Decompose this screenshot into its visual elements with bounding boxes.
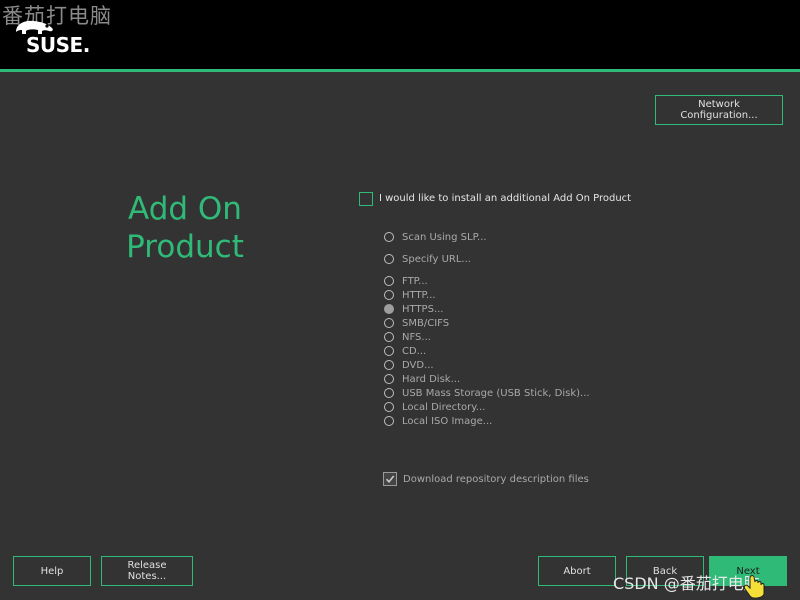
help-button[interactable]: Help	[13, 556, 91, 586]
page-title: Add On Product	[100, 190, 270, 266]
release-notes-button[interactable]: Release Notes...	[101, 556, 193, 586]
radio-icon[interactable]	[384, 346, 394, 356]
hand-cursor-icon	[743, 575, 765, 599]
radio-hard-disk[interactable]: Hard Disk...	[384, 372, 460, 386]
radio-icon[interactable]	[384, 332, 394, 342]
top-bar	[0, 0, 800, 69]
radio-icon[interactable]	[384, 402, 394, 412]
radio-icon[interactable]	[384, 290, 394, 300]
radio-icon[interactable]	[384, 388, 394, 398]
radio-specify-url[interactable]: Specify URL...	[384, 252, 471, 266]
page-title-line1: Add On	[128, 191, 242, 227]
radio-icon[interactable]	[384, 374, 394, 384]
suse-logo: SUSE.	[14, 18, 94, 58]
addon-checkbox-label[interactable]: I would like to install an additional Ad…	[379, 193, 631, 204]
radio-icon[interactable]	[384, 318, 394, 328]
watermark-bottom: CSDN @番茄打电脑	[613, 574, 760, 593]
radio-icon[interactable]	[384, 276, 394, 286]
radio-icon[interactable]	[384, 254, 394, 264]
radio-local-iso-image[interactable]: Local ISO Image...	[384, 414, 492, 428]
radio-ftp[interactable]: FTP...	[384, 274, 428, 288]
checkmark-icon	[385, 475, 395, 484]
radio-cd[interactable]: CD...	[384, 344, 426, 358]
radio-scan-slp[interactable]: Scan Using SLP...	[384, 230, 487, 244]
radio-usb-mass-storage[interactable]: USB Mass Storage (USB Stick, Disk)...	[384, 386, 590, 400]
logo-text: SUSE.	[26, 33, 90, 57]
addon-checkbox[interactable]	[359, 192, 373, 206]
radio-local-directory[interactable]: Local Directory...	[384, 400, 485, 414]
radio-dvd[interactable]: DVD...	[384, 358, 434, 372]
network-configuration-button[interactable]: Network Configuration...	[655, 95, 783, 125]
download-description-label[interactable]: Download repository description files	[403, 474, 589, 485]
download-description-checkbox[interactable]	[383, 472, 397, 486]
accent-divider	[0, 69, 800, 72]
radio-icon[interactable]	[384, 360, 394, 370]
radio-icon[interactable]	[384, 232, 394, 242]
radio-smb-cifs[interactable]: SMB/CIFS	[384, 316, 449, 330]
radio-icon[interactable]	[384, 416, 394, 426]
radio-selected-icon[interactable]	[384, 304, 394, 314]
radio-http[interactable]: HTTP...	[384, 288, 436, 302]
radio-nfs[interactable]: NFS...	[384, 330, 431, 344]
page-title-line2: Product	[126, 229, 244, 265]
abort-button[interactable]: Abort	[538, 556, 616, 586]
radio-https[interactable]: HTTPS...	[384, 302, 443, 316]
